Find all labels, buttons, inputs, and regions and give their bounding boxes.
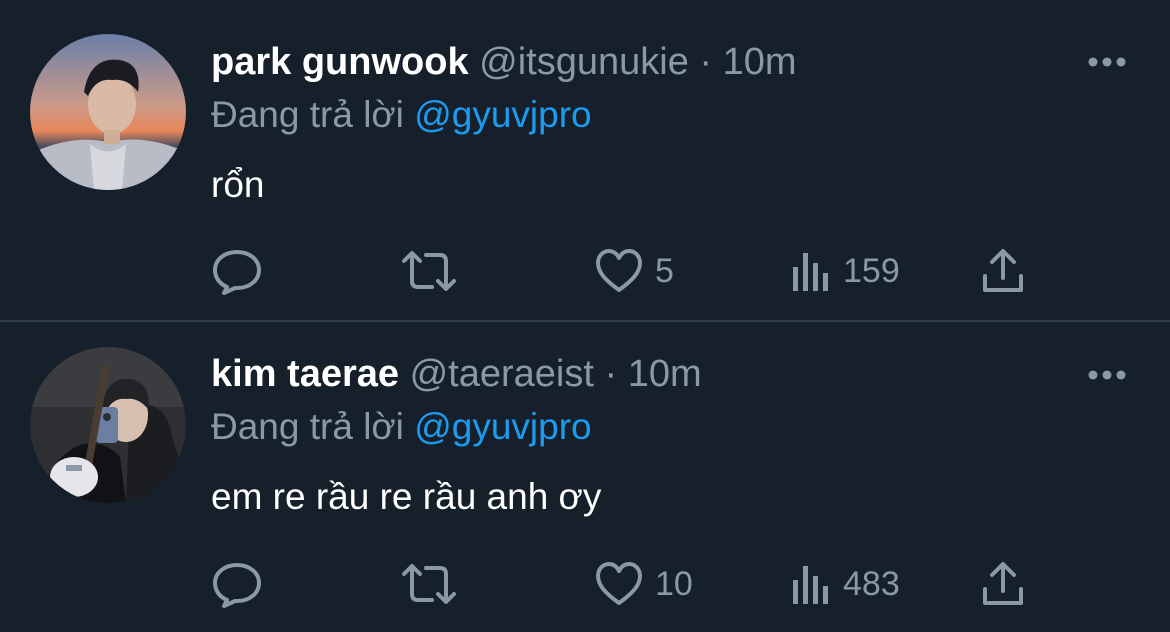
replying-to-label: Đang trả lời (211, 94, 404, 135)
tweet-actions: 10 483 (211, 556, 1051, 612)
reply-icon (213, 563, 261, 608)
timestamp[interactable]: 10m (628, 353, 702, 395)
retweet-icon (402, 564, 456, 604)
like-count: 5 (655, 252, 674, 290)
share-button[interactable] (981, 556, 1025, 612)
tweet-text: rổn (211, 164, 265, 205)
avatar[interactable] (30, 347, 186, 503)
retweet-icon (402, 251, 456, 291)
tweet-actions: 5 159 (211, 243, 1051, 299)
share-icon (983, 249, 1023, 292)
reply-feed: park gunwook @itsgunukie · 10m Đang trả … (0, 0, 1170, 632)
reply-button[interactable] (211, 556, 263, 612)
avatar[interactable] (30, 34, 186, 190)
display-name[interactable]: kim taerae (211, 353, 399, 395)
mention-link[interactable]: @gyuvjpro (414, 406, 591, 447)
timestamp[interactable]: 10m (723, 41, 797, 83)
handle[interactable]: @taeraeist (410, 353, 594, 395)
reply-icon (213, 250, 261, 295)
replying-to-label: Đang trả lời (211, 406, 404, 447)
more-options-button[interactable] (1084, 47, 1130, 77)
views-count: 483 (843, 565, 900, 603)
like-icon (596, 249, 642, 292)
mention-link[interactable]: @gyuvjpro (414, 94, 591, 135)
more-icon (1088, 370, 1126, 380)
reply-button[interactable] (211, 243, 263, 299)
tweet-header: kim taerae @taeraeist · 10m (211, 349, 702, 399)
like-count: 10 (655, 565, 693, 603)
more-icon (1088, 57, 1126, 67)
handle[interactable]: @itsgunukie (479, 41, 689, 83)
like-button[interactable]: 10 (595, 556, 693, 612)
replying-to: Đang trả lời @gyuvjpro (211, 90, 592, 140)
views-icon (793, 253, 828, 291)
replying-to: Đang trả lời @gyuvjpro (211, 402, 592, 452)
share-button[interactable] (981, 243, 1025, 299)
display-name[interactable]: park gunwook (211, 41, 469, 83)
tweet-header: park gunwook @itsgunukie · 10m (211, 37, 797, 87)
views-button[interactable]: 159 (791, 243, 900, 299)
share-icon (983, 562, 1023, 605)
tweet[interactable]: kim taerae @taeraeist · 10m Đang trả lời… (0, 322, 1170, 632)
views-icon (793, 566, 828, 604)
views-count: 159 (843, 252, 900, 290)
like-button[interactable]: 5 (595, 243, 674, 299)
tweet[interactable]: park gunwook @itsgunukie · 10m Đang trả … (0, 0, 1170, 320)
like-icon (596, 562, 642, 605)
retweet-button[interactable] (399, 556, 459, 612)
separator-dot: · (699, 41, 713, 83)
retweet-button[interactable] (399, 243, 459, 299)
more-options-button[interactable] (1084, 360, 1130, 390)
separator-dot: · (604, 353, 618, 395)
avatar-photo (30, 347, 186, 503)
avatar-photo (30, 34, 186, 190)
views-button[interactable]: 483 (791, 556, 900, 612)
tweet-text: em re rầu re rầu anh ơy (211, 476, 602, 517)
